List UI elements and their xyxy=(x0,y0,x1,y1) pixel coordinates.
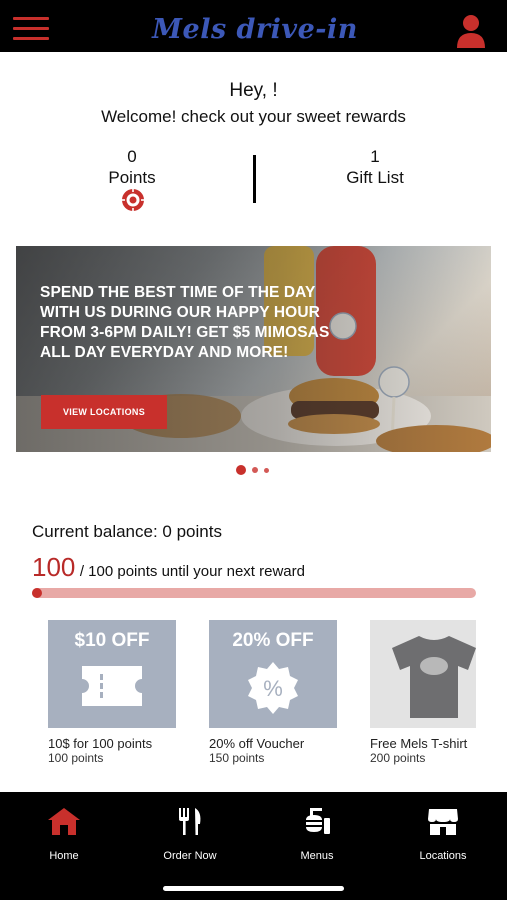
points-remaining: 100 xyxy=(32,552,76,582)
reward-card[interactable]: $10 OFF 10$ for 100 points 100 points xyxy=(48,620,176,765)
svg-text:%: % xyxy=(263,676,283,701)
nav-order-now[interactable]: Order Now xyxy=(140,806,240,862)
reward-card[interactable]: Free Mels T-shirt 200 points xyxy=(370,620,476,765)
nav-menus-label: Menus xyxy=(300,850,334,862)
gifts-label: Gift List xyxy=(346,168,404,187)
ticket-icon xyxy=(82,666,142,706)
reward-points: 150 points xyxy=(209,751,265,765)
gifts-value: 1 xyxy=(370,147,380,166)
profile-icon[interactable] xyxy=(456,14,486,48)
reward-badge: $10 OFF xyxy=(74,630,150,651)
points-token-icon xyxy=(122,189,144,211)
reward-points: 100 points xyxy=(48,751,104,765)
welcome-message: Welcome! check out your sweet rewards xyxy=(101,107,406,126)
points-label: Points xyxy=(108,168,156,187)
store-icon xyxy=(428,809,458,835)
top-bar: Mels drive-in xyxy=(0,0,507,52)
carousel-dot[interactable] xyxy=(252,467,258,473)
points-value: 0 xyxy=(127,147,137,166)
reward-progress-text: 100 / 100 points until your next reward xyxy=(32,552,305,583)
bottom-navigation: Home Order Now Menus Locations xyxy=(0,792,507,900)
reward-badge: 20% OFF xyxy=(232,630,314,651)
rewards-carousel[interactable]: $10 OFF 10$ for 100 points 100 points 20… xyxy=(48,620,476,770)
reward-image: 20% OFF % xyxy=(209,620,337,728)
greeting: Hey, ! xyxy=(229,80,278,101)
nav-home[interactable]: Home xyxy=(14,806,114,862)
nav-home-label: Home xyxy=(49,850,79,862)
home-indicator xyxy=(163,886,344,891)
percent-badge-icon: % xyxy=(248,662,298,714)
reward-name: 10$ for 100 points xyxy=(48,736,153,751)
points-stat[interactable]: 0 Points xyxy=(82,147,182,189)
view-locations-button[interactable]: VIEW LOCATIONS xyxy=(41,395,167,429)
nav-menus[interactable]: Menus xyxy=(267,806,367,862)
current-balance: Current balance: 0 points xyxy=(32,522,222,541)
reward-name: Free Mels T-shirt xyxy=(370,736,468,751)
promo-banner[interactable]: Spend the best time of the day with us d… xyxy=(16,246,491,452)
carousel-dot[interactable] xyxy=(264,468,269,473)
banner-headline: Spend the best time of the day with us d… xyxy=(40,284,330,361)
fork-knife-icon xyxy=(179,808,201,835)
home-icon xyxy=(48,808,80,835)
tshirt-icon xyxy=(392,636,476,718)
logo-text: Mels drive-in xyxy=(152,14,358,45)
reward-image xyxy=(370,620,476,728)
reward-points: 200 points xyxy=(370,751,426,765)
logo: Mels drive-in xyxy=(150,8,360,48)
stats-divider xyxy=(253,155,256,203)
reward-progress-bar xyxy=(32,588,476,598)
reward-card[interactable]: 20% OFF % 20% off Voucher 150 points xyxy=(209,620,337,765)
nav-order-label: Order Now xyxy=(163,850,217,862)
reward-progress-fill xyxy=(32,588,42,598)
gift-list-stat[interactable]: 1 Gift List xyxy=(315,147,435,189)
carousel-dot-active[interactable] xyxy=(236,465,246,475)
menu-food-icon xyxy=(306,808,330,834)
nav-locations-label: Locations xyxy=(419,850,467,862)
reward-image: $10 OFF xyxy=(48,620,176,728)
points-remaining-suffix: / 100 points until your next reward xyxy=(79,563,305,580)
nav-locations[interactable]: Locations xyxy=(393,806,493,862)
hamburger-menu-icon[interactable] xyxy=(13,17,49,43)
reward-name: 20% off Voucher xyxy=(209,736,305,751)
